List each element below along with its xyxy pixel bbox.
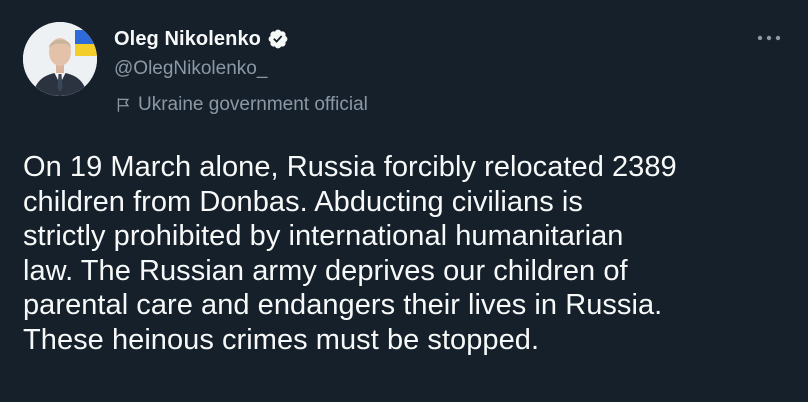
tweet-text-line: children from Donbas. Abducting civilian… (23, 185, 583, 218)
flag-icon (114, 96, 132, 114)
tweet-text-line: These heinous crimes must be stopped. (23, 323, 540, 356)
more-options-icon (757, 35, 781, 41)
tweet-header: Oleg Nikolenko @OlegNikolenko_ Ukraine g… (114, 26, 788, 118)
tweet-card: Oleg Nikolenko @OlegNikolenko_ Ukraine g… (0, 0, 808, 402)
tweet-text: On 19 March alone, Russia forcibly reloc… (23, 150, 793, 357)
avatar-image (23, 22, 97, 96)
avatar[interactable] (23, 22, 97, 96)
tweet-text-line: strictly prohibited by international hum… (23, 220, 624, 252)
tweet-text-line: On 19 March alone, Russia forcibly reloc… (23, 151, 677, 183)
government-label-text: Ukraine government official (138, 94, 368, 115)
tweet-text-line: parental care and endangers their lives … (23, 289, 663, 321)
name-row: Oleg Nikolenko (114, 26, 788, 52)
tweet-text-line: law. The Russian army deprives our child… (23, 254, 628, 287)
user-handle[interactable]: @OlegNikolenko_ (114, 56, 788, 82)
display-name[interactable]: Oleg Nikolenko (114, 28, 261, 51)
verified-badge-icon (267, 28, 289, 50)
more-options-button[interactable] (754, 28, 784, 48)
government-label[interactable]: Ukraine government official (114, 92, 788, 118)
